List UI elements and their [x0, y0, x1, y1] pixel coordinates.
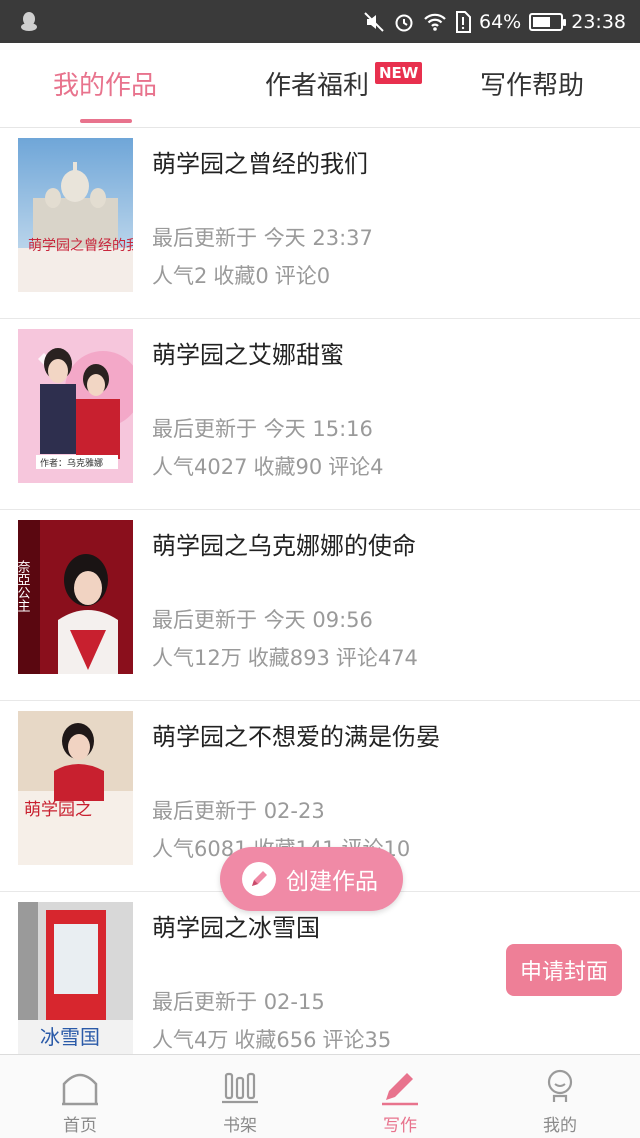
cover-author: 作者：乌克雅娜	[40, 457, 103, 469]
cover-title: 冰雪国	[40, 1025, 100, 1049]
favorites: 收藏656	[234, 1028, 317, 1052]
work-title: 萌学园之冰雪国	[152, 914, 320, 942]
nav-bookshelf[interactable]: 书架	[160, 1055, 320, 1138]
home-icon	[60, 1065, 100, 1107]
updated-label: 最后更新于	[152, 226, 257, 250]
nav-home-label: 首页	[63, 1116, 97, 1136]
popularity: 人气4万	[152, 1028, 229, 1052]
nav-write-label: 写作	[383, 1116, 417, 1136]
apply-cover-button[interactable]: 申请封面	[506, 944, 622, 996]
work-item[interactable]: 萌学园之曾经的我们 萌学园之曾经的我们 最后更新于 今天 23:37 人气2收藏…	[0, 128, 640, 319]
book-cover[interactable]: 萌学园之曾经的我们	[18, 138, 133, 292]
updated-label: 最后更新于	[152, 417, 257, 441]
nav-profile-label: 我的	[543, 1116, 577, 1136]
favorites: 收藏90	[253, 455, 323, 479]
active-tab-indicator	[80, 119, 132, 123]
updated-time: 02-23	[263, 799, 325, 823]
work-stats: 人气4万 收藏656 评论35	[152, 1024, 397, 1054]
popularity: 人气2	[152, 264, 208, 288]
new-badge: NEW	[375, 62, 423, 84]
work-updated: 最后更新于 02-15	[152, 986, 325, 1016]
pencil-icon	[242, 862, 276, 896]
book-cover[interactable]: 萌学园之	[18, 711, 133, 865]
popularity: 人气12万	[152, 646, 242, 670]
nav-profile[interactable]: 我的	[480, 1055, 640, 1138]
bottom-nav: 首页 书架 写作 我的	[0, 1054, 640, 1138]
cover-title: 萌学园之	[24, 800, 92, 820]
cover-title: 奈亞公主	[18, 560, 30, 612]
work-item[interactable]: 作者：乌克雅娜 萌学园之艾娜甜蜜 最后更新于 今天 15:16 人气4027 收藏…	[0, 319, 640, 510]
work-updated: 最后更新于 今天 23:37	[152, 222, 373, 252]
updated-time: 02-15	[263, 990, 325, 1014]
create-work-label: 创建作品	[286, 869, 378, 895]
tab-my-works[interactable]: 我的作品	[53, 65, 157, 102]
alarm-icon	[393, 11, 415, 33]
book-cover[interactable]: 冰雪国	[18, 902, 133, 1056]
work-updated: 最后更新于 02-23	[152, 795, 325, 825]
favorites: 收藏0	[213, 264, 269, 288]
pencil-icon	[380, 1065, 420, 1107]
work-title: 萌学园之艾娜甜蜜	[152, 341, 344, 369]
comments: 评论474	[335, 646, 418, 670]
work-title: 萌学园之不想爱的满是伤晏	[152, 723, 440, 751]
nav-home[interactable]: 首页	[0, 1055, 160, 1138]
updated-label: 最后更新于	[152, 799, 257, 823]
updated-label: 最后更新于	[152, 608, 257, 632]
popularity: 人气4027	[152, 455, 248, 479]
updated-time: 今天 23:37	[263, 226, 373, 250]
nav-write[interactable]: 写作	[320, 1055, 480, 1138]
nav-bookshelf-label: 书架	[223, 1116, 257, 1136]
book-cover[interactable]: 作者：乌克雅娜	[18, 329, 133, 483]
work-updated: 最后更新于 今天 09:56	[152, 604, 373, 634]
updated-label: 最后更新于	[152, 990, 257, 1014]
work-title: 萌学园之曾经的我们	[152, 150, 368, 178]
battery-icon	[529, 12, 567, 31]
updated-time: 今天 15:16	[263, 417, 373, 441]
battery-percent: 64%	[479, 10, 522, 33]
work-stats: 人气2 收藏0 评论0	[152, 260, 336, 290]
work-title: 萌学园之乌克娜娜的使命	[152, 532, 416, 560]
comments: 评论0	[274, 264, 331, 288]
sim-alert-icon	[455, 10, 471, 33]
create-work-button[interactable]: 创建作品	[220, 847, 403, 911]
work-stats: 人气4027 收藏90 评论4	[152, 451, 390, 481]
cover-title: 萌学园之曾经的我们	[28, 238, 133, 254]
wifi-icon	[423, 12, 447, 32]
status-bar: 64% 23:38	[0, 0, 640, 43]
tab-writing-help[interactable]: 写作帮助	[480, 65, 584, 102]
work-item[interactable]: 奈亞公主 萌学园之乌克娜娜的使命 最后更新于 今天 09:56 人气12万 收藏8…	[0, 510, 640, 701]
updated-time: 今天 09:56	[263, 608, 373, 632]
work-updated: 最后更新于 今天 15:16	[152, 413, 373, 443]
mute-icon	[363, 11, 385, 33]
tab-bar: 我的作品 作者福利 NEW 写作帮助	[0, 43, 640, 128]
favorites: 收藏893	[247, 646, 330, 670]
comments: 评论35	[322, 1028, 392, 1052]
works-list: 萌学园之曾经的我们 萌学园之曾经的我们 最后更新于 今天 23:37 人气2收藏…	[0, 128, 640, 1083]
work-stats: 人气12万 收藏893 评论474	[152, 642, 424, 672]
book-cover[interactable]: 奈亞公主	[18, 520, 133, 674]
profile-icon	[540, 1065, 580, 1107]
battery-level	[533, 16, 550, 27]
comments: 评论4	[328, 455, 384, 479]
bookshelf-icon	[220, 1065, 260, 1107]
tab-author-benefits[interactable]: 作者福利	[265, 65, 369, 102]
clock: 23:38	[571, 10, 626, 33]
qq-icon	[18, 10, 40, 32]
